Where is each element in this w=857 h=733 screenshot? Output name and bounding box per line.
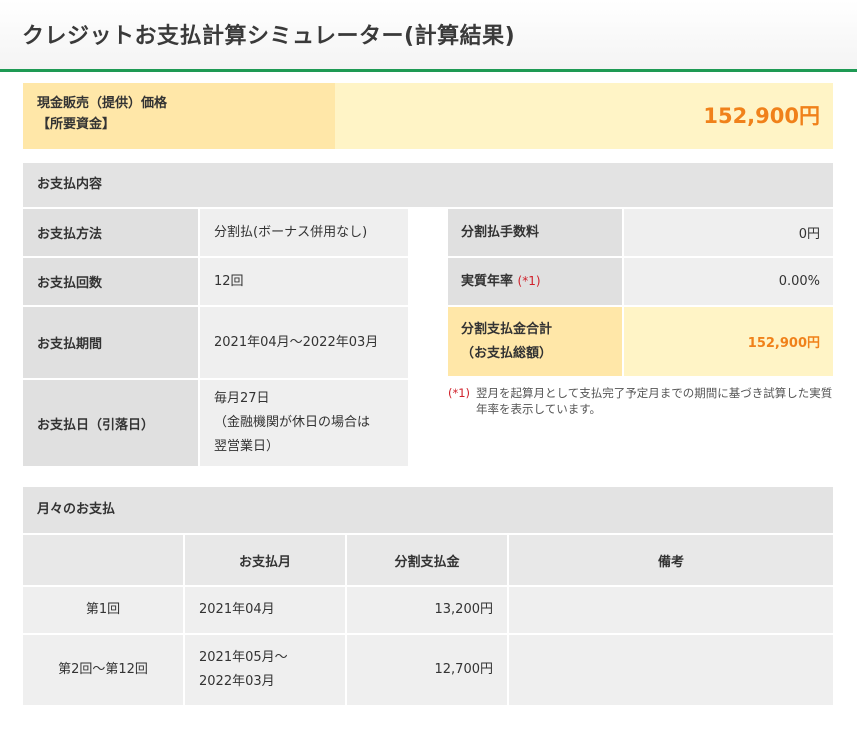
col-installment-no [23,535,184,587]
row-payment-day: お支払日（引落日） 毎月27日 （金融機関が休日の場合は 翌営業日） [23,379,408,468]
monthly-payment-table: お支払月 分割支払金 備考 第1回 2021年04月 13,200円 第2回～第… [23,535,833,707]
payment-details-right-table: 分割払手数料 0円 実質年率 (*1) 0.00% 分割支払金合計 （お支払総額… [448,209,833,378]
installment-fee-label: 分割払手数料 [448,209,623,258]
page-title: クレジットお支払計算シミュレーター(計算結果) [22,24,516,49]
installment-fee-value: 0円 [622,209,833,258]
footnote-mark: (*1) [448,386,471,400]
payment-method-value: 分割払(ボーナス併用なし) [198,209,408,258]
price-value: 152,900円 [335,83,833,149]
row-payment-method: お支払方法 分割払(ボーナス併用なし) [23,209,408,258]
annual-rate-note-mark: (*1) [517,274,541,288]
payment-month: 2021年05月～ 2022年03月 [183,634,346,707]
monthly-table-header: お支払月 分割支払金 備考 [23,535,833,587]
table-row: 第1回 2021年04月 13,200円 [23,586,833,635]
payment-details-heading: お支払内容 [23,163,833,207]
payment-month: 2021年04月 [183,586,346,635]
payment-count-value: 12回 [198,257,408,307]
payment-period-value: 2021年04月～2022年03月 [198,306,408,380]
payment-method-label: お支払方法 [23,209,199,258]
col-installment-amount: 分割支払金 [345,535,508,587]
row-installment-fee: 分割払手数料 0円 [448,209,833,258]
payment-period-label: お支払期間 [23,306,199,380]
row-total-payment: 分割支払金合計 （お支払総額） 152,900円 [448,306,833,378]
col-remarks: 備考 [507,535,833,587]
installment-amount: 13,200円 [345,586,508,635]
col-payment-month: お支払月 [183,535,346,587]
total-payment-label: 分割支払金合計 （お支払総額） [448,306,623,378]
price-label: 現金販売（提供）価格 【所要資金】 [23,83,335,149]
monthly-payment-heading: 月々のお支払 [23,487,833,533]
price-panel: 現金販売（提供）価格 【所要資金】 152,900円 [23,83,833,149]
row-payment-period: お支払期間 2021年04月～2022年03月 [23,306,408,380]
payment-count-label: お支払回数 [23,257,199,307]
annual-rate-value: 0.00% [622,257,833,307]
payment-day-label: お支払日（引落日） [23,379,199,468]
remarks [507,586,833,635]
footnote-text: 翌月を起算月として支払完了予定月までの期間に基づき試算した実質年率を表示していま… [476,386,833,416]
annual-rate-label: 実質年率 (*1) [448,257,623,307]
remarks [507,634,833,707]
installment-amount: 12,700円 [345,634,508,707]
total-payment-value: 152,900円 [622,306,833,378]
page-header: クレジットお支払計算シミュレーター(計算結果) [0,0,857,72]
row-payment-count: お支払回数 12回 [23,257,408,307]
installment-no: 第2回～第12回 [23,634,184,707]
payment-day-value: 毎月27日 （金融機関が休日の場合は 翌営業日） [198,379,408,468]
payment-details-left-table: お支払方法 分割払(ボーナス併用なし) お支払回数 12回 お支払期間 2021… [23,209,408,468]
row-annual-rate: 実質年率 (*1) 0.00% [448,257,833,307]
installment-no: 第1回 [23,586,184,635]
annual-rate-footnote: (*1) 翌月を起算月として支払完了予定月までの期間に基づき試算した実質年率を表… [448,385,833,417]
table-row: 第2回～第12回 2021年05月～ 2022年03月 12,700円 [23,634,833,707]
